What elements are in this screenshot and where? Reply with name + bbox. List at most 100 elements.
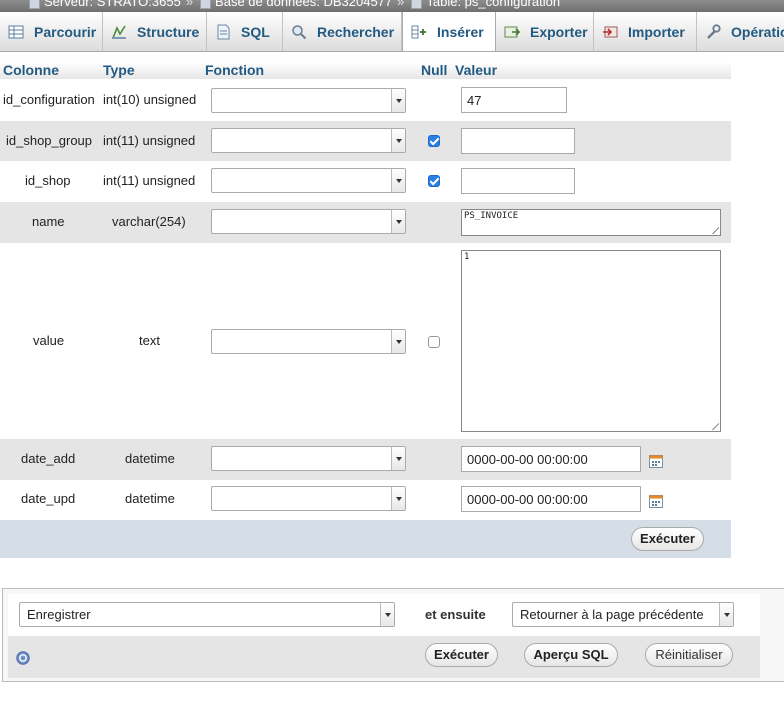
null-checkbox[interactable]: [428, 175, 440, 187]
header-value: Valeur: [455, 62, 498, 78]
function-select[interactable]: [211, 329, 406, 354]
table-row: id_configuration int(10) unsigned 47: [0, 79, 731, 121]
server-icon: [29, 0, 40, 9]
function-select[interactable]: [211, 128, 406, 153]
database-icon: [200, 0, 212, 9]
table-row: id_shop_group int(11) unsigned: [0, 121, 731, 161]
insert-icon: [411, 24, 427, 40]
function-select[interactable]: [211, 486, 406, 511]
column-type: datetime: [125, 451, 175, 466]
chevron-down-icon: [391, 169, 405, 192]
value-input[interactable]: 0000-00-00 00:00:00: [461, 446, 641, 472]
tab-label: Exporter: [530, 24, 588, 40]
breadcrumb: Serveur: STRATO:3655 » Base de données: DB…: [0, 0, 784, 12]
execute-bar: Exécuter: [0, 520, 731, 558]
tab-label: Rechercher: [317, 24, 395, 40]
column-type: int(10) unsigned: [103, 92, 197, 107]
after-insert-options: Enregistrer et ensuite Retourner à la pa…: [8, 594, 760, 636]
breadcrumb-separator: »: [397, 0, 405, 9]
import-icon: [602, 24, 618, 40]
null-checkbox[interactable]: [428, 336, 440, 348]
function-select[interactable]: [211, 446, 406, 471]
value-input[interactable]: [461, 168, 575, 194]
table-row: id_shop int(11) unsigned: [0, 161, 731, 202]
chevron-down-icon: [391, 447, 405, 470]
chevron-down-icon: [380, 603, 394, 626]
column-type: int(11) unsigned: [103, 133, 196, 148]
tab-label: Importer: [628, 24, 685, 40]
help-icon[interactable]: [16, 651, 30, 665]
resize-grip-icon[interactable]: [707, 418, 719, 430]
browse-icon: [8, 24, 24, 40]
breadcrumb-server[interactable]: Serveur: STRATO:3655: [44, 0, 181, 9]
header-null: Null: [421, 62, 448, 78]
tab-browse[interactable]: Parcourir: [0, 12, 103, 51]
column-type: int(11) unsigned: [103, 173, 196, 188]
column-type: text: [139, 333, 160, 348]
sql-icon: [215, 24, 231, 40]
chevron-down-icon: [719, 603, 733, 626]
column-name: name: [32, 214, 65, 229]
tab-insert[interactable]: Insérer: [402, 12, 496, 51]
execute-button[interactable]: Exécuter: [425, 643, 498, 667]
breadcrumb-separator: »: [185, 0, 194, 9]
value-textarea[interactable]: PS_INVOICE: [461, 209, 721, 236]
export-icon: [504, 24, 520, 40]
column-type: datetime: [125, 491, 175, 506]
function-select[interactable]: [211, 88, 406, 113]
table-row: value text 1: [0, 243, 731, 439]
search-icon: [291, 24, 307, 40]
tab-operations[interactable]: Opérations: [697, 12, 784, 51]
tab-search[interactable]: Rechercher: [283, 12, 402, 51]
operations-icon: [705, 24, 721, 40]
action-select[interactable]: Enregistrer: [19, 602, 395, 627]
goto-select[interactable]: Retourner à la page précédente: [512, 602, 734, 627]
tab-label: Parcourir: [34, 24, 97, 40]
preview-sql-button[interactable]: Aperçu SQL: [524, 643, 618, 667]
chevron-down-icon: [391, 89, 405, 112]
table-row: name varchar(254) PS_INVOICE: [0, 202, 731, 243]
function-select[interactable]: [211, 209, 406, 234]
tab-import[interactable]: Importer: [594, 12, 697, 51]
chevron-down-icon: [391, 210, 405, 233]
chevron-down-icon: [391, 129, 405, 152]
execute-button[interactable]: Exécuter: [631, 527, 704, 551]
value-input[interactable]: [461, 128, 575, 154]
table-icon: [411, 0, 423, 9]
tab-bar: Parcourir Structure SQL Rechercher Insér…: [0, 12, 784, 52]
tab-sql[interactable]: SQL: [207, 12, 283, 51]
structure-icon: [111, 24, 127, 40]
header-type: Type: [103, 62, 135, 78]
null-checkbox[interactable]: [428, 135, 440, 147]
after-insert-fieldset: Enregistrer et ensuite Retourner à la pa…: [2, 588, 784, 682]
header-function: Fonction: [205, 62, 265, 78]
tab-label: Insérer: [437, 24, 484, 40]
calendar-icon[interactable]: [649, 494, 663, 508]
column-name: id_shop: [25, 173, 71, 188]
column-name: value: [33, 333, 65, 348]
and-then-label: et ensuite: [425, 607, 486, 622]
tab-label: SQL: [241, 24, 270, 40]
tab-structure[interactable]: Structure: [103, 12, 207, 51]
tab-export[interactable]: Exporter: [496, 12, 594, 51]
chevron-down-icon: [391, 487, 405, 510]
value-input[interactable]: 47: [461, 87, 567, 113]
table-row: date_upd datetime 0000-00-00 00:00:00: [0, 480, 731, 520]
value-textarea[interactable]: 1: [461, 250, 721, 432]
value-input[interactable]: 0000-00-00 00:00:00: [461, 486, 641, 512]
table-header: Colonne Type Fonction Null Valeur: [0, 62, 731, 79]
reset-button[interactable]: Réinitialiser: [645, 643, 733, 667]
insert-form-table: Colonne Type Fonction Null Valeur id_con…: [0, 62, 731, 558]
after-insert-panel: Enregistrer et ensuite Retourner à la pa…: [8, 594, 760, 678]
resize-grip-icon[interactable]: [707, 222, 719, 234]
tab-label: Opérations: [731, 24, 784, 40]
chevron-down-icon: [391, 330, 405, 353]
column-name: id_configuration: [3, 92, 95, 107]
calendar-icon[interactable]: [649, 454, 663, 468]
function-select[interactable]: [211, 168, 406, 193]
breadcrumb-database[interactable]: Base de données: DB3204577: [215, 0, 392, 9]
column-name: id_shop_group: [6, 133, 93, 148]
breadcrumb-table[interactable]: Table: ps_configuration: [426, 0, 560, 9]
column-name: date_upd: [21, 491, 76, 506]
column-name: date_add: [21, 451, 76, 466]
